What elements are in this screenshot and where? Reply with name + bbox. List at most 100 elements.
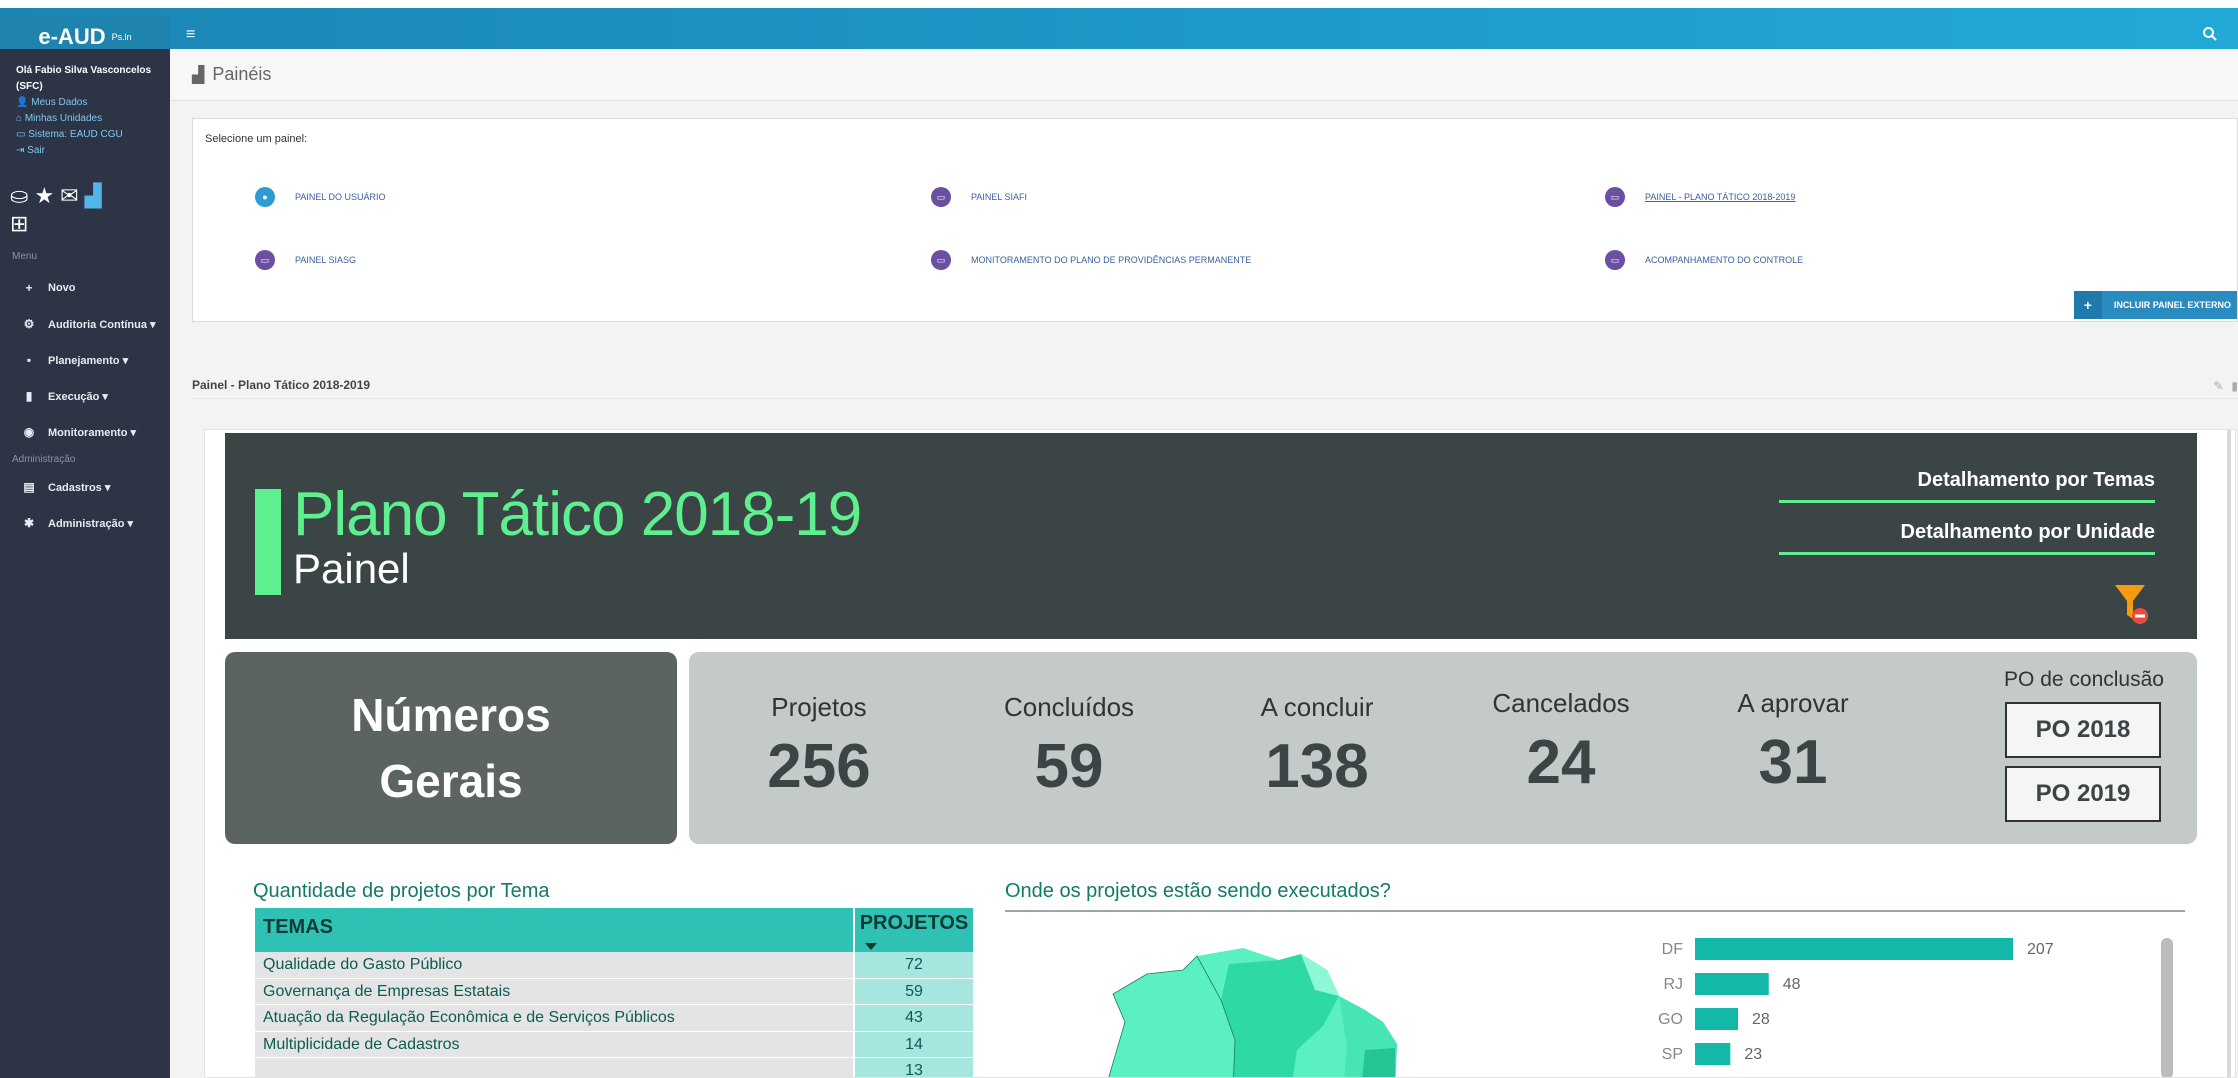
link-sistema[interactable]: ▭ Sistema: EAUD CGU	[16, 127, 160, 143]
panel-link-usuario[interactable]: ● PAINEL DO USUÁRIO	[255, 187, 386, 207]
link-meus-dados[interactable]: 👤 Meus Dados	[16, 95, 160, 111]
user-box: Olá Fabio Silva Vasconcelos (SFC) 👤 Meus…	[0, 49, 170, 159]
header-temas[interactable]: TEMAS	[255, 908, 855, 952]
sidebar-item-monitoramento[interactable]: ◉ Monitoramento ▾	[0, 414, 170, 450]
link-detalhamento-unidade[interactable]: Detalhamento por Unidade	[1779, 521, 2155, 555]
cell-projetos: 72	[855, 952, 973, 979]
sidebar: Olá Fabio Silva Vasconcelos (SFC) 👤 Meus…	[0, 49, 170, 1078]
stat-value: 256	[767, 732, 871, 801]
link-detalhamento-temas[interactable]: Detalhamento por Temas	[1779, 469, 2155, 503]
stat-a-concluir: A concluir 138	[1207, 692, 1427, 802]
menu-title: Menu	[12, 251, 38, 262]
monitor-icon: ▭	[1605, 187, 1625, 207]
sidebar-item-label: Execução ▾	[48, 390, 108, 403]
chart-scrollbar[interactable]	[2161, 938, 2173, 1077]
bar-category-label: RJ	[1663, 976, 1683, 993]
embedded-report: Plano Tático 2018-19 Painel Detalhamento…	[204, 429, 2236, 1078]
plus-icon: +	[2073, 291, 2102, 319]
inbox-icon[interactable]: ⛀	[10, 185, 28, 207]
panel-link-siafi[interactable]: ▭ PAINEL SIAFI	[931, 187, 1027, 207]
banner-accent-bar	[255, 489, 281, 595]
bar-go[interactable]	[1695, 1008, 1739, 1030]
stat-value: 24	[1526, 728, 1596, 797]
bar-rj[interactable]	[1695, 973, 1769, 995]
clipboard-icon: ▮	[25, 389, 33, 403]
area-chart-icon[interactable]: ▟	[85, 185, 102, 207]
bar-value-label: 48	[1783, 976, 1801, 993]
sidebar-item-administracao[interactable]: ✱ Administração ▾	[0, 505, 170, 541]
page-header: ▟ Painéis	[170, 49, 2238, 101]
clear-filter-icon[interactable]	[2113, 581, 2149, 625]
menu-toggle-icon[interactable]: ≡	[186, 26, 195, 44]
map-title-underline	[1005, 910, 2185, 912]
bar-sp[interactable]	[1695, 1043, 1731, 1065]
stat-label: Cancelados	[1492, 688, 1630, 718]
table-row[interactable]: Governança de Empresas Estatais 59	[255, 978, 973, 1005]
table-row[interactable]: 13	[255, 1058, 973, 1077]
header-projetos[interactable]: PROJETOS	[855, 908, 973, 952]
org-chart-icon[interactable]: ⊞	[0, 207, 170, 237]
numeros-gerais-line2: Gerais	[379, 755, 523, 807]
add-external-panel-label: INCLUIR PAINEL EXTERNO	[2113, 300, 2231, 310]
table-row[interactable]: Atuação da Regulação Econômica e de Serv…	[255, 1005, 973, 1032]
sidebar-item-auditoria[interactable]: ⚙ Auditoria Contínua ▾	[0, 306, 170, 342]
brazil-map[interactable]	[1065, 930, 1525, 1078]
po-2019-button[interactable]: PO 2019	[2005, 766, 2161, 822]
area-chart-icon: ▟	[192, 66, 205, 84]
sidebar-item-label: Auditoria Contínua ▾	[48, 318, 156, 331]
stat-projetos: Projetos 256	[709, 692, 929, 802]
user-circle-icon: ●	[255, 187, 275, 207]
po-2018-button[interactable]: PO 2018	[2005, 702, 2161, 758]
stat-a-aprovar: A aprovar 31	[1683, 688, 1903, 798]
bar-chart: DF 207 RJ 48 GO 28 SP 23	[1658, 938, 2054, 1065]
section-divider	[192, 398, 2238, 399]
add-external-panel-button[interactable]: + INCLUIR PAINEL EXTERNO	[2073, 291, 2237, 319]
projects-by-theme-table: TEMAS PROJETOS Qualidade do Gasto Públic…	[255, 908, 973, 1077]
panel-selector: Selecione um painel: ● PAINEL DO USUÁRIO…	[192, 118, 2238, 322]
cell-tema: Atuação da Regulação Econômica e de Serv…	[255, 1005, 855, 1032]
monitor-icon: ▭	[931, 250, 951, 270]
sitemap-icon: ⌂	[16, 113, 23, 124]
link-minhas-unidades-label: Minhas Unidades	[24, 113, 103, 124]
link-minhas-unidades[interactable]: ⌂ Minhas Unidades	[16, 111, 160, 127]
sidebar-item-cadastros[interactable]: ▤ Cadastros ▾	[0, 469, 170, 505]
bar-category-label: SP	[1662, 1046, 1683, 1063]
link-sair-label: Sair	[27, 145, 45, 156]
monitor-icon: ▭	[1605, 250, 1625, 270]
stat-value: 138	[1265, 732, 1369, 801]
bar-category-label: GO	[1658, 1011, 1683, 1028]
table-row[interactable]: Qualidade do Gasto Público 72	[255, 952, 973, 979]
panel-link-acompanhamento[interactable]: ▭ ACOMPANHAMENTO DO CONTROLE	[1605, 250, 1803, 270]
envelope-icon[interactable]: ✉	[60, 185, 78, 207]
bar-df[interactable]	[1695, 938, 2013, 960]
link-sair[interactable]: ⇥ Sair	[16, 143, 160, 159]
star-icon[interactable]: ★	[34, 185, 54, 207]
cogs-icon: ⚙	[23, 317, 35, 331]
edit-icon[interactable]: ✎	[2213, 379, 2223, 393]
cell-projetos: 43	[855, 1005, 973, 1032]
sidebar-item-execucao[interactable]: ▮ Execução ▾	[0, 378, 170, 414]
panel-link-monitoramento[interactable]: ▭ MONITORAMENTO DO PLANO DE PROVIDÊNCIAS…	[931, 250, 1251, 270]
sidebar-item-label: Cadastros ▾	[48, 481, 111, 494]
bar-value-label: 23	[1744, 1046, 1762, 1063]
sidebar-item-novo[interactable]: + Novo	[0, 270, 170, 306]
panel-link-siasg[interactable]: ▭ PAINEL SIASG	[255, 250, 356, 270]
cell-tema	[255, 1058, 855, 1077]
panel-link-plano-tatico[interactable]: ▭ PAINEL - PLANO TÁTICO 2018-2019	[1605, 187, 1795, 207]
sidebar-item-planejamento[interactable]: ▪ Planejamento ▾	[0, 342, 170, 378]
stat-concluidos: Concluídos 59	[959, 692, 1179, 802]
sidebar-item-label: Monitoramento ▾	[48, 426, 137, 439]
search-icon[interactable]	[2202, 26, 2218, 42]
report-scrollbar[interactable]	[2227, 430, 2231, 1077]
table-row[interactable]: Multiplicidade de Cadastros 14	[255, 1031, 973, 1058]
panel-link-label: PAINEL - PLANO TÁTICO 2018-2019	[1645, 192, 1796, 202]
stat-label: A aprovar	[1737, 688, 1849, 718]
link-sistema-label: Sistema: EAUD CGU	[28, 129, 123, 140]
admin-title: Administração	[12, 454, 76, 465]
panel-link-label: PAINEL SIASG	[295, 255, 357, 265]
trash-icon[interactable]: ▮	[2231, 379, 2238, 393]
bar-value-label: 28	[1752, 1011, 1770, 1028]
link-meus-dados-label: Meus Dados	[31, 97, 88, 108]
logout-icon: ⇥	[16, 145, 25, 156]
keyboard-icon: ▤	[23, 480, 35, 494]
